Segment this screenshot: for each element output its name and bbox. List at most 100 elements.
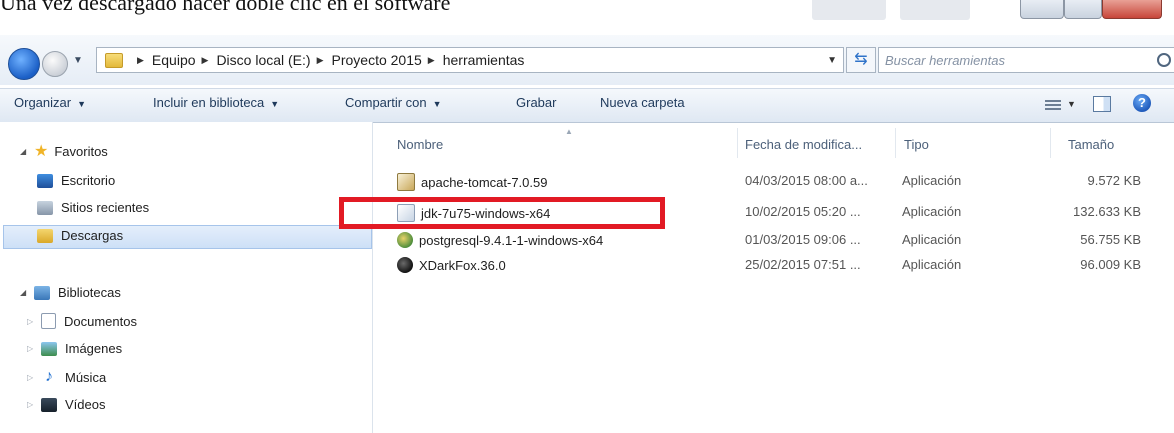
search-box[interactable] <box>878 47 1174 73</box>
breadcrumb-equipo[interactable]: Equipo <box>152 52 196 68</box>
highlight-box <box>339 197 665 229</box>
preview-pane-button[interactable] <box>1093 96 1111 112</box>
column-header-type[interactable]: Tipo <box>904 137 929 152</box>
tomcat-installer-icon <box>397 173 415 191</box>
file-size: 9.572 KB <box>1087 173 1142 188</box>
sidebar-item-documentos[interactable]: ▷ Documentos <box>27 313 137 329</box>
file-size: 132.633 KB <box>1073 204 1141 219</box>
sidebar-item-label: Vídeos <box>65 397 106 412</box>
file-row[interactable]: apache-tomcat-7.0.59 04/03/2015 08:00 a.… <box>390 170 1150 192</box>
collapsed-triangle-icon[interactable]: ▷ <box>27 400 41 409</box>
navigation-pane <box>0 122 373 433</box>
column-header-name[interactable]: Nombre <box>397 137 443 152</box>
sidebar-item-videos[interactable]: ▷ Vídeos <box>27 397 105 412</box>
recent-pages-dropdown-icon[interactable]: ▼ <box>73 55 83 66</box>
breadcrumb-disco-local[interactable]: Disco local (E:) <box>216 52 310 68</box>
address-history-dropdown-icon[interactable]: ▼ <box>827 55 837 66</box>
sidebar-item-descargas[interactable]: Descargas <box>37 228 123 243</box>
column-divider[interactable] <box>895 128 896 158</box>
libraries-label: Bibliotecas <box>58 285 121 300</box>
file-name: XDarkFox.36.0 <box>419 257 506 273</box>
include-in-library-button[interactable]: Incluir en biblioteca ▼ <box>153 95 279 110</box>
file-size: 96.009 KB <box>1080 257 1141 272</box>
sidebar-item-musica[interactable]: ▷ ♪ Música <box>27 369 106 385</box>
sidebar-item-escritorio[interactable]: Escritorio <box>37 173 115 188</box>
column-header-date[interactable]: Fecha de modifica... <box>745 137 862 152</box>
expand-triangle-icon[interactable]: ◢ <box>20 288 34 297</box>
column-divider[interactable] <box>737 128 738 158</box>
minimize-button[interactable] <box>1020 0 1064 19</box>
organize-button[interactable]: Organizar ▼ <box>14 95 86 110</box>
view-options-icon <box>1045 97 1061 110</box>
downloads-folder-icon <box>37 228 53 243</box>
file-type: Aplicación <box>902 257 962 272</box>
share-with-button[interactable]: Compartir con ▼ <box>345 95 442 110</box>
collapsed-triangle-icon[interactable]: ▷ <box>27 317 41 326</box>
sort-arrow-icon: ▲ <box>565 127 573 136</box>
collapsed-triangle-icon[interactable]: ▷ <box>27 344 41 353</box>
file-date: 01/03/2015 09:06 ... <box>745 232 861 247</box>
chevron-down-icon: ▼ <box>1067 99 1076 109</box>
expand-triangle-icon[interactable]: ◢ <box>20 147 34 156</box>
sidebar-item-label: Descargas <box>61 228 124 243</box>
address-path-box[interactable]: ▶ Equipo ▶ Disco local (E:) ▶ Proyecto 2… <box>96 47 844 73</box>
chevron-down-icon: ▼ <box>270 99 280 109</box>
sidebar-item-label: Música <box>65 369 107 385</box>
file-name: apache-tomcat-7.0.59 <box>421 174 548 190</box>
recent-places-icon <box>37 200 53 215</box>
background-window-tab <box>900 0 970 20</box>
sidebar-item-label: Imágenes <box>65 341 123 356</box>
documents-icon <box>41 313 56 329</box>
forward-button[interactable] <box>42 51 68 77</box>
sidebar-item-label: Sitios recientes <box>61 200 150 215</box>
browser-installer-icon <box>397 257 413 273</box>
pictures-icon <box>41 341 57 356</box>
desktop-icon <box>37 173 53 188</box>
sidebar-item-imagenes[interactable]: ▷ Imágenes <box>27 341 122 356</box>
search-input[interactable] <box>879 51 1137 69</box>
breadcrumb-herramientas[interactable]: herramientas <box>443 52 525 68</box>
music-icon: ♪ <box>45 368 53 385</box>
chevron-right-icon[interactable]: ▶ <box>317 55 324 66</box>
column-header-size[interactable]: Tamaño <box>1068 137 1114 152</box>
sidebar-item-sitios-recientes[interactable]: Sitios recientes <box>37 200 149 215</box>
maximize-button[interactable] <box>1064 0 1102 19</box>
refresh-button[interactable]: ⇆ <box>846 47 876 73</box>
file-date: 25/02/2015 07:51 ... <box>745 257 861 272</box>
column-divider[interactable] <box>1050 128 1051 158</box>
file-size: 56.755 KB <box>1080 232 1141 247</box>
file-name: postgresql-9.4.1-1-windows-x64 <box>419 232 604 248</box>
burn-button[interactable]: Grabar <box>516 95 556 110</box>
file-row[interactable]: postgresql-9.4.1-1-windows-x64 01/03/201… <box>390 229 1150 251</box>
back-button[interactable] <box>8 48 40 80</box>
share-with-label: Compartir con <box>345 95 427 110</box>
chevron-right-icon[interactable]: ▶ <box>137 55 144 66</box>
libraries-node[interactable]: ◢ Bibliotecas <box>20 285 121 300</box>
file-type: Aplicación <box>902 173 962 188</box>
videos-icon <box>41 397 57 412</box>
change-view-button[interactable]: ▼ <box>1045 95 1076 110</box>
collapsed-triangle-icon[interactable]: ▷ <box>27 373 41 382</box>
help-icon: ? <box>1138 95 1146 110</box>
window-controls <box>1010 0 1174 20</box>
include-library-label: Incluir en biblioteca <box>153 95 265 110</box>
favorites-node[interactable]: ◢ ★ Favoritos <box>20 141 108 161</box>
instruction-caption: Una vez descargado hacer doble clic en e… <box>0 0 451 15</box>
refresh-icon: ⇆ <box>854 51 868 68</box>
new-folder-button[interactable]: Nueva carpeta <box>600 95 685 110</box>
organize-label: Organizar <box>14 95 72 110</box>
search-icon[interactable] <box>1157 53 1171 67</box>
background-window-tab <box>812 0 886 20</box>
breadcrumb-proyecto[interactable]: Proyecto 2015 <box>332 52 422 68</box>
file-date: 10/02/2015 05:20 ... <box>745 204 861 219</box>
chevron-right-icon[interactable]: ▶ <box>202 55 209 66</box>
help-button[interactable]: ? <box>1133 94 1151 112</box>
close-button[interactable] <box>1102 0 1162 19</box>
chevron-right-icon[interactable]: ▶ <box>428 55 435 66</box>
libraries-icon <box>34 285 50 300</box>
file-row[interactable]: XDarkFox.36.0 25/02/2015 07:51 ... Aplic… <box>390 254 1150 276</box>
file-date: 04/03/2015 08:00 a... <box>745 173 868 188</box>
postgresql-installer-icon <box>397 232 413 248</box>
chevron-down-icon: ▼ <box>77 99 86 109</box>
chevron-down-icon: ▼ <box>432 99 442 109</box>
